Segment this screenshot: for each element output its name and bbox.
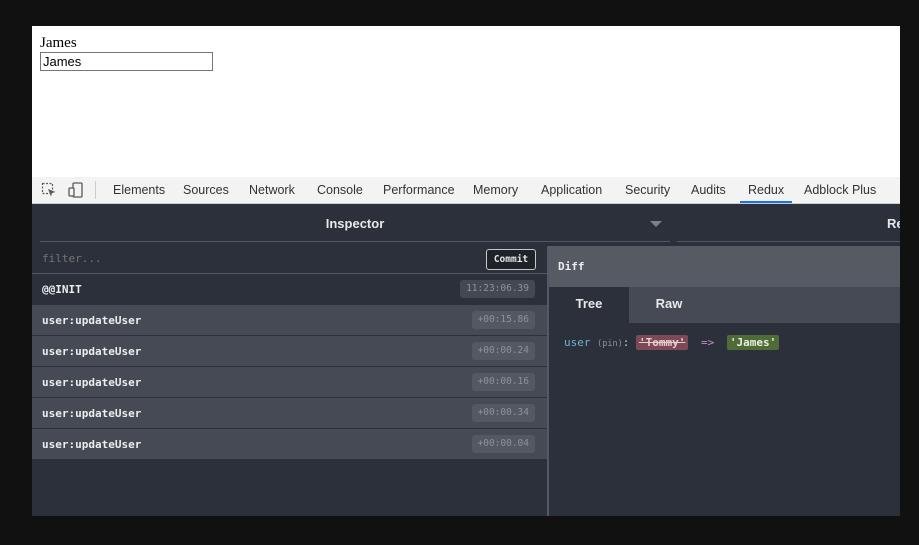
diff-colon: : [622,336,630,349]
action-timestamp: +00:00.34 [471,404,535,422]
action-timestamp: +00:15.86 [471,311,535,329]
removed-value: 'Tommy' [635,335,689,350]
action-list-panel: Commit @@INIT 11:23:06.39 user:updateUse… [32,246,547,516]
action-name: user:updateUser [42,407,142,420]
added-value: 'James' [726,335,780,350]
diff-key[interactable]: user [564,336,591,349]
diff-panel: Diff Tree Raw user (pin): 'Tommy' => 'Ja… [549,246,900,516]
action-timestamp: +00:00.04 [471,435,535,453]
devtools-tab-bar: Elements Sources Network Console Perform… [32,177,900,204]
tab-adblock-plus[interactable]: Adblock Plus [796,177,884,203]
diff-header: Diff [549,246,900,287]
tab-redux[interactable]: Redux [740,177,793,203]
tab-network[interactable]: Network [241,177,303,203]
diff-tree: user (pin): 'Tommy' => 'James' [549,323,900,516]
diff-arrow: => [700,336,715,349]
redux-devtools: Inspector Re Commit @@INIT 11:23:06.39 u… [32,204,900,516]
action-row[interactable]: @@INIT 11:23:06.39 [32,274,547,305]
action-timestamp: +00:00.24 [471,342,535,360]
browser-viewport: James James Elements Sources Network Con… [32,26,900,516]
filter-input[interactable] [42,252,342,265]
user-name-input[interactable]: James [40,52,213,71]
chevron-down-icon[interactable] [650,221,662,227]
tab-security[interactable]: Security [617,177,678,203]
action-name: user:updateUser [42,438,142,451]
diff-title[interactable]: Diff [558,260,585,273]
tab-performance[interactable]: Performance [375,177,463,203]
action-row[interactable]: user:updateUser +00:15.86 [32,305,547,336]
app-page: James James [32,26,900,177]
action-row-selected[interactable]: user:updateUser +00:00.04 [32,429,547,460]
secondary-monitor-select[interactable]: Re [677,204,900,242]
filter-bar: Commit [32,246,547,274]
secondary-monitor-label: Re [887,216,900,231]
pin-button[interactable]: (pin) [597,339,623,349]
tab-application[interactable]: Application [533,177,610,203]
tab-audits[interactable]: Audits [683,177,734,203]
action-row[interactable]: user:updateUser +00:00.16 [32,367,547,398]
tab-raw[interactable]: Raw [629,287,709,323]
diff-tab-bar: Tree Raw [549,287,900,323]
commit-button[interactable]: Commit [486,249,536,270]
action-name: user:updateUser [42,314,142,327]
tab-elements[interactable]: Elements [105,177,173,203]
monitor-select-label: Inspector [325,216,385,231]
tab-memory[interactable]: Memory [465,177,526,203]
devtools-panel: Elements Sources Network Console Perform… [32,177,900,516]
tab-sources[interactable]: Sources [175,177,237,203]
monitor-select[interactable]: Inspector [40,204,670,242]
monitor-bar: Inspector Re [32,204,900,244]
action-timestamp: +00:00.16 [471,373,535,391]
diff-entry: user (pin): 'Tommy' => 'James' [564,335,780,350]
toolbar-divider [95,181,96,199]
action-row[interactable]: user:updateUser +00:00.34 [32,398,547,429]
device-toolbar-icon[interactable] [68,182,84,198]
tab-tree[interactable]: Tree [549,287,629,323]
user-name-text: James [40,35,77,51]
action-name: user:updateUser [42,376,142,389]
action-row[interactable]: user:updateUser +00:00.24 [32,336,547,367]
inspect-element-icon[interactable] [41,182,57,198]
action-name: @@INIT [42,283,82,296]
action-name: user:updateUser [42,345,142,358]
action-timestamp: 11:23:06.39 [460,280,535,298]
tab-console[interactable]: Console [309,177,371,203]
